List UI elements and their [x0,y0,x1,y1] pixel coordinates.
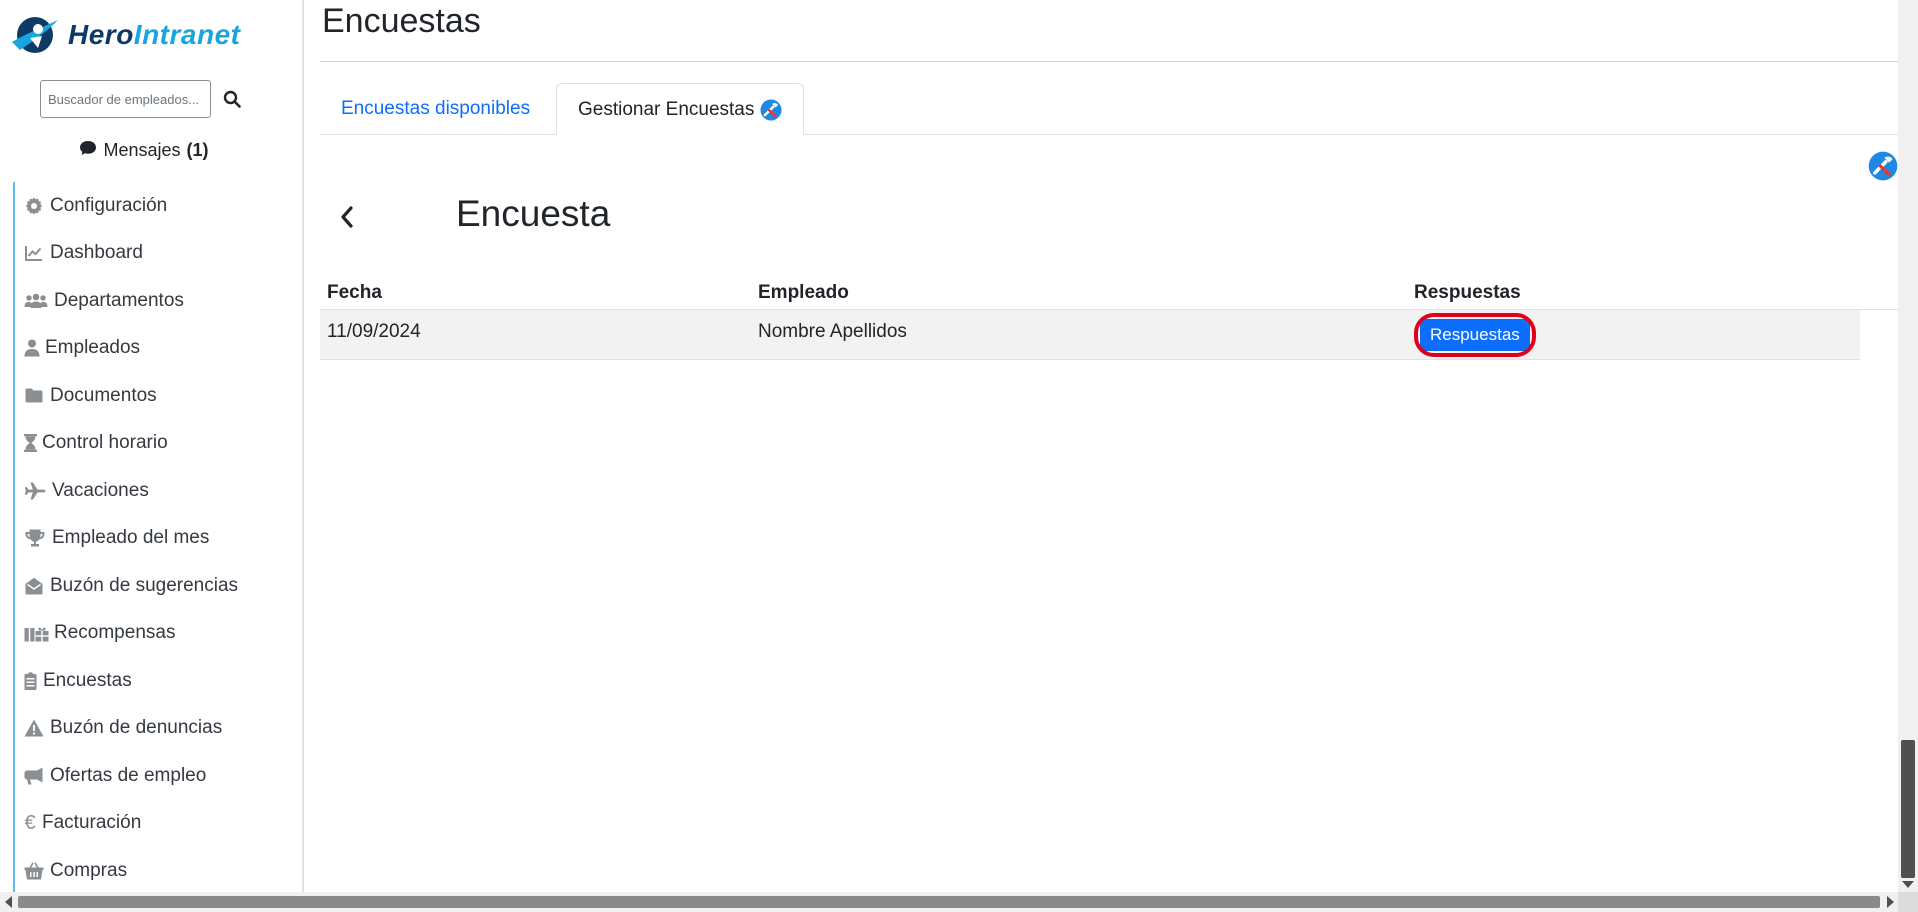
clipboard-list-icon [23,671,38,691]
users-icon [23,291,49,311]
horizontal-scroll-thumb[interactable] [18,896,1880,908]
messages-label: Mensajes [103,140,181,160]
brand-name: HeroIntranet [68,19,240,51]
sidebar-item-recompensas[interactable]: Recompensas [15,610,302,658]
sidebar-item-label: Compras [50,859,128,881]
hero-logo-icon [12,17,58,53]
sidebar-item-label: Empleado del mes [52,527,210,549]
cell-employee: Nombre Apellidos [758,321,907,342]
sidebar-item-departamentos[interactable]: Departamentos [15,277,302,325]
gear-icon [23,196,45,216]
megaphone-icon [23,766,45,786]
sidebar-item-label: Facturación [42,812,142,834]
chart-line-icon [23,243,45,263]
tab-bar: Encuestas disponibles Gestionar Encuesta… [320,83,1898,136]
column-header-respuestas: Respuestas [1414,282,1521,303]
messages-count: (1) [186,140,209,160]
brand-name-part1: Hero [68,19,134,50]
sidebar-item-label: Documentos [50,384,157,406]
sidebar-item-label: Configuración [50,194,168,216]
sidebar-item-empleados[interactable]: Empleados [15,325,302,373]
sidebar-item-label: Buzón de denuncias [50,717,223,739]
scroll-right-icon[interactable] [1887,896,1894,908]
sidebar-item-buzon-denuncias[interactable]: Buzón de denuncias [15,705,302,753]
tab-label: Encuestas disponibles [341,98,531,119]
vertical-scrollbar[interactable] [1898,0,1918,892]
vertical-scroll-thumb[interactable] [1901,740,1915,878]
sidebar-item-empleado-del-mes[interactable]: Empleado del mes [15,515,302,563]
scroll-left-icon[interactable] [5,896,12,908]
sidebar-item-label: Control horario [42,432,168,454]
page-title: Encuestas [322,2,481,40]
horizontal-scrollbar[interactable] [0,892,1918,912]
sidebar-item-label: Encuestas [43,669,132,691]
employee-search [40,80,243,118]
sidebar-item-compras[interactable]: Compras [15,847,302,892]
column-header-empleado: Empleado [758,282,849,303]
sidebar-item-encuestas[interactable]: Encuestas [15,657,302,705]
sidebar-item-label: Departamentos [54,289,184,311]
sidebar: HeroIntranet Mensajes (1) Configuración … [0,0,304,892]
respuestas-button-label: Respuestas [1430,324,1520,344]
sidebar-item-label: Buzón de sugerencias [50,574,239,596]
table-row: 11/09/2024 Nombre Apellidos Respuestas [320,310,1860,360]
sidebar-item-configuracion[interactable]: Configuración [15,182,302,230]
sidebar-item-ofertas-empleo[interactable]: Ofertas de empleo [15,752,302,800]
sidebar-item-documentos[interactable]: Documentos [15,372,302,420]
sidebar-item-vacaciones[interactable]: Vacaciones [15,467,302,515]
user-icon [23,338,40,358]
brand-logo[interactable]: HeroIntranet [8,10,240,60]
search-input[interactable] [40,80,211,118]
envelope-open-icon [23,576,45,596]
messages-link[interactable]: Mensajes (1) [0,140,288,161]
brand-name-part2: Intranet [133,19,241,50]
sidebar-item-dashboard[interactable]: Dashboard [15,230,302,278]
tab-gestionar-encuestas[interactable]: Gestionar Encuestas [556,83,805,136]
back-button[interactable] [334,202,360,232]
sidebar-item-control-horario[interactable]: Control horario [15,420,302,468]
cell-date: 11/09/2024 [327,321,421,342]
sidebar-item-label: Ofertas de empleo [50,764,207,786]
euro-icon: € [24,811,36,834]
app-window: HeroIntranet Mensajes (1) Configuración … [0,0,1918,912]
sidebar-item-label: Dashboard [50,242,143,264]
tools-icon [760,99,782,120]
sidebar-item-buzon-sugerencias[interactable]: Buzón de sugerencias [15,562,302,610]
tools-icon[interactable] [1868,151,1898,181]
plane-icon [23,481,47,501]
tab-encuestas-disponibles[interactable]: Encuestas disponibles [320,83,551,135]
chat-bubble-icon [79,140,97,161]
chevron-left-icon [341,206,353,228]
column-header-fecha: Fecha [327,282,382,303]
table-header: Fecha Empleado Respuestas [320,276,1898,310]
survey-title: Encuesta [456,193,611,234]
scrollbar-corner [1898,892,1918,912]
warning-icon [23,718,45,738]
sidebar-item-facturacion[interactable]: € Facturación [15,800,302,848]
sidebar-item-label: Recompensas [54,622,176,644]
cell-action: Respuestas [1414,310,1536,359]
sidebar-item-label: Vacaciones [52,479,149,501]
basket-icon [23,861,45,881]
search-icon[interactable] [221,88,243,110]
main-content: Encuestas Encuestas disponibles Gestiona… [320,0,1898,892]
title-divider [320,61,1898,62]
hourglass-icon [23,433,37,453]
sidebar-item-label: Empleados [45,337,141,359]
scroll-down-icon[interactable] [1902,881,1914,888]
folder-icon [23,386,45,406]
tab-label: Gestionar Encuestas [578,98,755,120]
respuestas-button[interactable]: Respuestas [1414,312,1536,357]
trophy-icon [23,528,47,548]
gifts-icon [23,623,49,643]
sidebar-nav: Configuración Dashboard Departamentos Em… [13,182,302,892]
